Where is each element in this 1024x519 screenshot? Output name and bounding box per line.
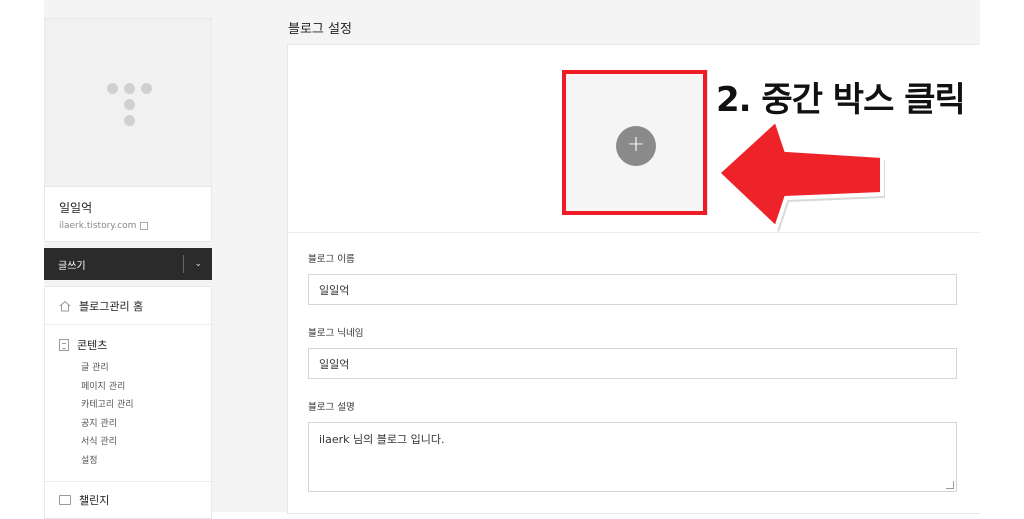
document-icon [59, 339, 69, 351]
blog-name: 일일억 [59, 201, 93, 215]
blog-url: ilaerk.tistory.com [59, 221, 137, 231]
home-icon [59, 300, 71, 311]
field-blog-description: 블로그 설명 ilaerk 님의 블로그 입니다. [308, 399, 957, 492]
external-link-icon [140, 222, 149, 230]
arrow-left-icon [715, 116, 885, 232]
flag-icon [59, 494, 71, 505]
resize-handle-icon[interactable] [946, 481, 954, 489]
sidebar-section-content: 콘텐츠 글 관리 페이지 관리 카테고리 관리 공지 관리 서식 관리 설정 [45, 325, 211, 482]
write-button-label: 글쓰기 [58, 260, 86, 272]
submenu-item-posts[interactable]: 글 관리 [81, 359, 211, 378]
content-submenu: 글 관리 페이지 관리 카테고리 관리 공지 관리 서식 관리 설정 [81, 359, 211, 471]
blog-name-label: 블로그 이름 [308, 254, 355, 265]
sidebar-item-challenge[interactable]: 챌린지 [45, 482, 211, 518]
blog-name-input[interactable]: 일일억 [308, 274, 957, 305]
blog-description-value: ilaerk 님의 블로그 입니다. [319, 433, 445, 446]
field-blog-name: 블로그 이름 일일억 [308, 251, 957, 305]
submenu-item-settings[interactable]: 설정 [81, 452, 211, 471]
blog-nickname-input[interactable]: 일일억 [308, 348, 957, 379]
blog-url-link[interactable]: ilaerk.tistory.com [59, 221, 211, 231]
blog-description-label: 블로그 설명 [308, 402, 355, 413]
page-title: 블로그 설정 [288, 22, 352, 37]
blog-profile-image[interactable] [45, 19, 211, 187]
field-blog-nickname: 블로그 닉네임 일일억 [308, 325, 957, 379]
highlight-box [562, 70, 707, 215]
profile-card: 일일억 ilaerk.tistory.com [44, 18, 212, 242]
write-post-button[interactable]: 글쓰기 ⌄ [44, 248, 212, 280]
tistory-logo-icon [107, 83, 153, 129]
admin-menu: 블로그관리 홈 콘텐츠 글 관리 페이지 관리 카테고리 관리 공지 관리 서식… [44, 286, 212, 519]
sidebar-section-label: 콘텐츠 [77, 339, 108, 352]
button-divider [183, 255, 185, 273]
chevron-down-icon[interactable]: ⌄ [194, 259, 202, 269]
submenu-item-pages[interactable]: 페이지 관리 [81, 378, 211, 397]
submenu-item-notices[interactable]: 공지 관리 [81, 415, 211, 434]
sidebar: 일일억 ilaerk.tistory.com 글쓰기 ⌄ 블로그관리 홈 콘텐츠… [44, 18, 212, 519]
sidebar-item-label: 챌린지 [79, 493, 110, 507]
submenu-item-templates[interactable]: 서식 관리 [81, 433, 211, 452]
sidebar-item-home[interactable]: 블로그관리 홈 [45, 287, 211, 325]
blog-nickname-label: 블로그 닉네임 [308, 328, 364, 339]
sidebar-item-label: 블로그관리 홈 [79, 299, 144, 313]
sidebar-item-content[interactable]: 콘텐츠 [59, 337, 211, 353]
submenu-item-categories[interactable]: 카테고리 관리 [81, 396, 211, 415]
blog-description-textarea[interactable]: ilaerk 님의 블로그 입니다. [308, 422, 957, 492]
